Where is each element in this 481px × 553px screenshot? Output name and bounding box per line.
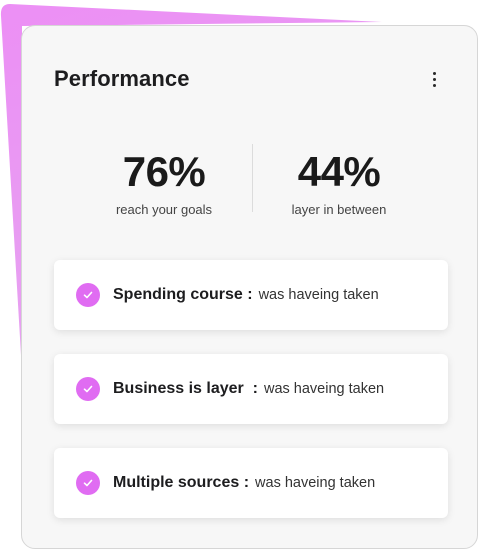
check-circle-icon	[76, 471, 100, 495]
item-text: was haveing taken	[255, 475, 376, 491]
item-text: was haveing taken	[263, 381, 385, 397]
item-title: Business is layer :	[113, 380, 258, 397]
item-text: was haveing taken	[258, 287, 379, 303]
stat-label: reach your goals	[115, 202, 213, 217]
more-options-icon[interactable]	[424, 66, 444, 92]
performance-list: Spending course : was haveing taken Busi…	[54, 260, 448, 542]
stat-value: 76%	[122, 148, 206, 195]
stat-label: layer in between	[291, 202, 387, 217]
stat-layer: 44% layer in between	[249, 148, 429, 217]
stat-value: 44%	[297, 148, 381, 195]
item-title: Multiple sources :	[113, 474, 250, 491]
list-item[interactable]: Multiple sources : was haveing taken	[54, 448, 448, 518]
item-title: Spending course :	[113, 286, 253, 303]
performance-card: Performance 76% reach your goals 44% lay…	[21, 25, 478, 549]
check-circle-icon	[76, 377, 100, 401]
stat-goals: 76% reach your goals	[74, 148, 254, 217]
list-item[interactable]: Business is layer : was haveing taken	[54, 354, 448, 424]
card-title: Performance	[54, 66, 190, 91]
performance-widget: Performance 76% reach your goals 44% lay…	[0, 0, 481, 553]
check-circle-icon	[76, 283, 100, 307]
list-item[interactable]: Spending course : was haveing taken	[54, 260, 448, 330]
